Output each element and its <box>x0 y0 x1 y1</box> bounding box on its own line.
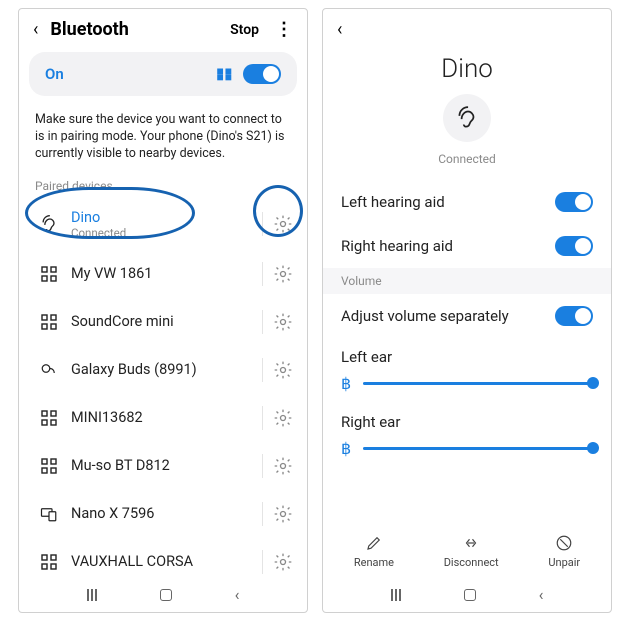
left-hearing-aid-toggle[interactable] <box>555 192 593 212</box>
more-icon[interactable]: ⋮ <box>275 19 293 40</box>
bluetooth-icon: ฿ <box>341 374 351 393</box>
gear-icon[interactable] <box>273 552 293 572</box>
device-row[interactable]: Galaxy Buds (8991) <box>19 346 307 394</box>
setting-label: Left hearing aid <box>341 193 555 211</box>
hearing-aid-icon <box>443 94 491 142</box>
page-title: Bluetooth <box>50 19 222 40</box>
divider <box>262 406 263 430</box>
grid-icon <box>35 554 63 570</box>
bluetooth-master-toggle-row[interactable]: On ■■■■ <box>29 52 297 96</box>
device-detail-screen: ‹ Dino Connected Left hearing aid Right … <box>322 8 612 613</box>
bluetooth-icon: ฿ <box>341 439 351 458</box>
nav-recent-icon[interactable] <box>87 589 97 601</box>
devices-icon <box>35 505 63 523</box>
unpair-label: Unpair <box>548 556 580 569</box>
right-ear-label: Right ear <box>341 413 593 431</box>
device-row[interactable]: My VW 1861 <box>19 250 307 298</box>
gear-icon[interactable] <box>273 408 293 428</box>
bluetooth-settings-screen: ‹ Bluetooth Stop ⋮ On ■■■■ Make sure the… <box>18 8 308 613</box>
disconnect-label: Disconnect <box>444 556 499 569</box>
qr-icon[interactable]: ■■■■ <box>217 68 234 80</box>
rename-label: Rename <box>354 556 394 569</box>
instruction-text: Make sure the device you want to connect… <box>19 102 307 175</box>
grid-icon <box>35 314 63 330</box>
adjust-separately-toggle[interactable] <box>555 306 593 326</box>
device-row[interactable]: VAUXHALL CORSA <box>19 538 307 575</box>
device-name: MINI13682 <box>71 409 252 426</box>
device-row[interactable]: Mu-so BT D812 <box>19 442 307 490</box>
back-icon[interactable]: ‹ <box>29 19 42 40</box>
divider <box>262 310 263 334</box>
divider <box>262 358 263 382</box>
gear-icon[interactable] <box>273 360 293 380</box>
bottom-action-bar: Rename Disconnect Unpair <box>323 524 611 575</box>
stop-button[interactable]: Stop <box>230 22 259 38</box>
grid-icon <box>35 458 63 474</box>
disconnect-button[interactable]: Disconnect <box>444 534 499 569</box>
nav-back-icon[interactable]: ‹ <box>539 585 544 604</box>
gear-icon[interactable] <box>273 312 293 332</box>
hearing-aid-icon <box>35 214 63 234</box>
volume-section-label: Volume <box>323 268 611 294</box>
device-row[interactable]: Nano X 7596 <box>19 490 307 538</box>
nav-back-icon[interactable]: ‹ <box>235 585 240 604</box>
grid-icon <box>35 410 63 426</box>
left-ear-label: Left ear <box>341 348 593 366</box>
nav-recent-icon[interactable] <box>391 589 401 601</box>
divider <box>262 454 263 478</box>
gear-icon[interactable] <box>273 456 293 476</box>
right-hearing-aid-row[interactable]: Right hearing aid <box>323 224 611 268</box>
divider <box>262 550 263 574</box>
paired-devices-label: Paired devices <box>19 175 307 199</box>
grid-icon <box>35 266 63 282</box>
device-name: Galaxy Buds (8991) <box>71 361 252 378</box>
android-navbar: ‹ <box>323 575 611 612</box>
on-label: On <box>45 65 217 83</box>
divider <box>262 212 263 236</box>
device-row[interactable]: MINI13682 <box>19 394 307 442</box>
header: ‹ Bluetooth Stop ⋮ <box>19 9 307 46</box>
divider <box>262 502 263 526</box>
device-row[interactable]: SoundCore mini <box>19 298 307 346</box>
left-ear-slider[interactable] <box>363 382 593 385</box>
unpair-button[interactable]: Unpair <box>548 534 580 569</box>
nav-home-icon[interactable] <box>464 589 476 601</box>
detail-header: ‹ <box>323 9 611 40</box>
device-name: SoundCore mini <box>71 313 252 330</box>
device-name: Mu-so BT D812 <box>71 457 252 474</box>
connection-status: Connected <box>438 152 496 166</box>
paired-device-list: Dino Connected My VW 1861 SoundCore mini… <box>19 199 307 575</box>
device-name: My VW 1861 <box>71 265 252 282</box>
device-status: Connected <box>71 226 252 240</box>
device-hero: Connected <box>323 94 611 180</box>
rename-button[interactable]: Rename <box>354 534 394 569</box>
left-hearing-aid-row[interactable]: Left hearing aid <box>323 180 611 224</box>
gear-icon[interactable] <box>273 214 293 234</box>
right-hearing-aid-toggle[interactable] <box>555 236 593 256</box>
device-title: Dino <box>323 40 611 94</box>
device-row-dino[interactable]: Dino Connected <box>19 199 307 250</box>
setting-label: Adjust volume separately <box>341 307 555 325</box>
nav-home-icon[interactable] <box>160 589 172 601</box>
right-ear-slider[interactable] <box>363 447 593 450</box>
back-icon[interactable]: ‹ <box>333 19 346 40</box>
left-ear-volume: Left ear ฿ <box>323 338 611 397</box>
adjust-separately-row[interactable]: Adjust volume separately <box>323 294 611 338</box>
android-navbar: ‹ <box>19 575 307 612</box>
divider <box>262 262 263 286</box>
right-ear-volume: Right ear ฿ <box>323 397 611 462</box>
setting-label: Right hearing aid <box>341 237 555 255</box>
bluetooth-toggle[interactable] <box>243 64 281 84</box>
gear-icon[interactable] <box>273 264 293 284</box>
gear-icon[interactable] <box>273 504 293 524</box>
device-name: Dino <box>71 209 252 226</box>
device-name: VAUXHALL CORSA <box>71 553 252 570</box>
earbuds-icon <box>35 361 63 379</box>
device-name: Nano X 7596 <box>71 505 252 522</box>
